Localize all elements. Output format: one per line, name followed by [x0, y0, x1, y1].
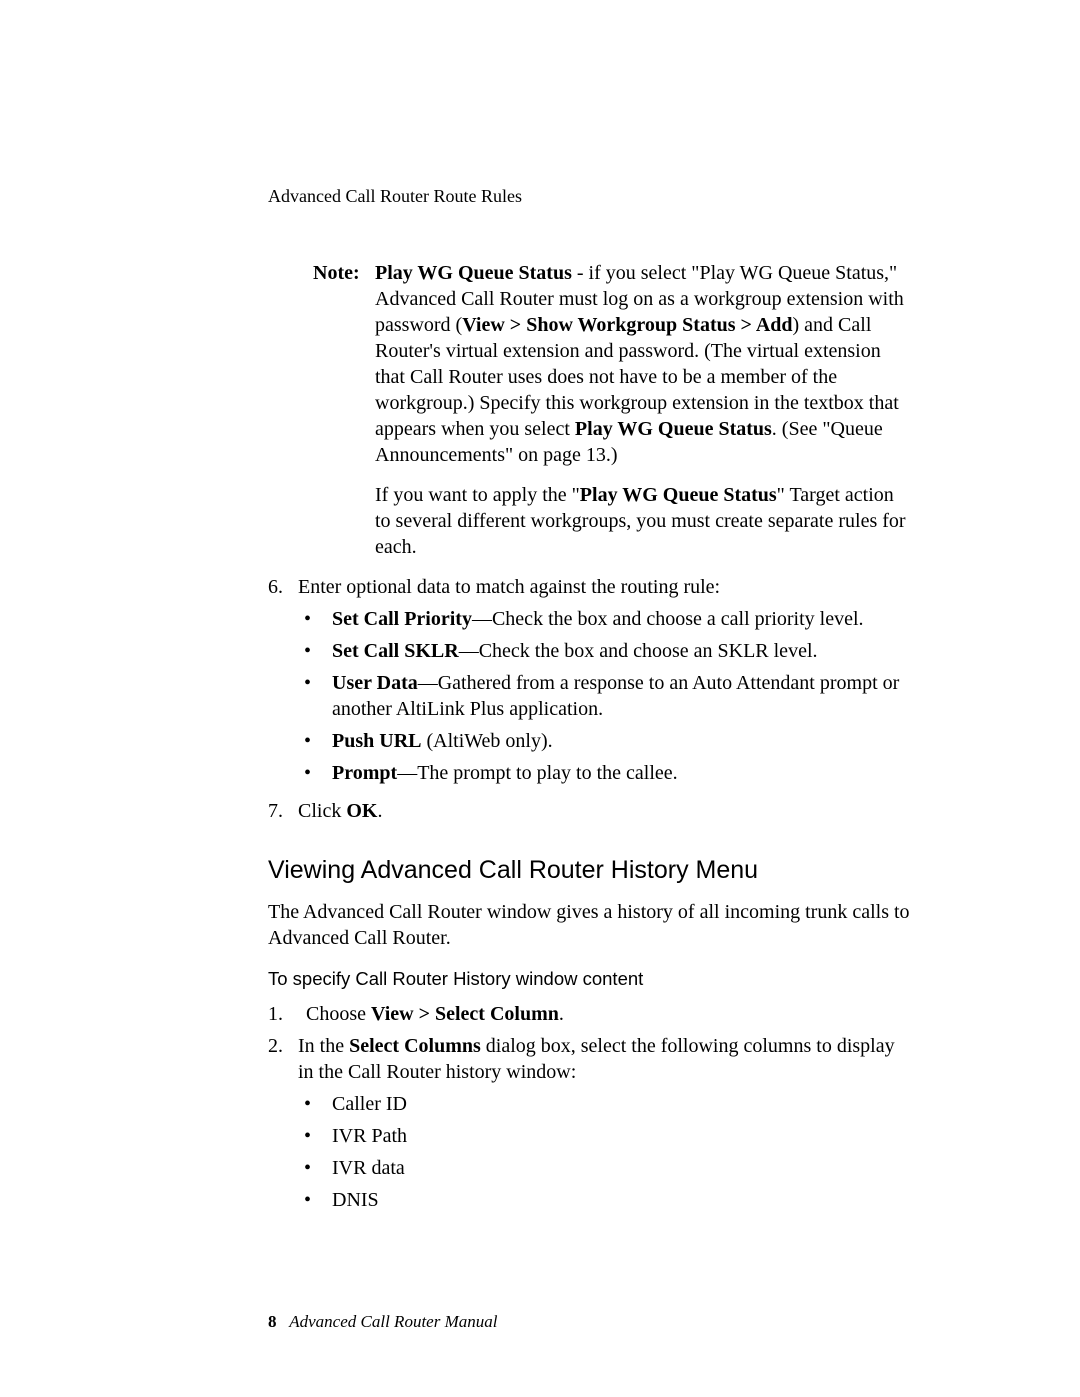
step-6: 6. Enter optional data to match against …	[268, 574, 910, 792]
step-b2-bullets: •Caller ID •IVR Path •IVR data •DNIS	[298, 1091, 910, 1213]
running-header: Advanced Call Router Route Rules	[268, 185, 910, 208]
bullet-text: IVR data	[332, 1155, 910, 1181]
note-bold-3: Play WG Queue Status	[575, 418, 772, 440]
step-7: 7. Click OK.	[268, 798, 910, 824]
note-extra-bold-1: Play WG Queue Status	[580, 484, 777, 506]
page-number: 8	[268, 1312, 277, 1331]
bullet-bold: User Data	[332, 672, 418, 694]
bullet-bold: Push URL	[332, 730, 421, 752]
list-item: •User Data—Gathered from a response to a…	[298, 670, 910, 722]
steps-list-b: 1. Choose View > Select Column. 2. In th…	[268, 1001, 910, 1219]
step-b2: 2. In the Select Columns dialog box, sel…	[268, 1033, 910, 1219]
step-6-text: Enter optional data to match against the…	[298, 576, 720, 598]
note-body: Play WG Queue Status - if you select "Pl…	[375, 260, 910, 468]
step-7-text-1: Click	[298, 800, 346, 822]
list-item: •DNIS	[298, 1187, 910, 1213]
bullet-bold: Prompt	[332, 762, 397, 784]
step-b1: 1. Choose View > Select Column.	[268, 1001, 910, 1027]
list-item: •Set Call SKLR—Check the box and choose …	[298, 638, 910, 664]
note-bold-2: View > Show Workgroup Status > Add	[462, 314, 792, 336]
bullet-text: IVR Path	[332, 1123, 910, 1149]
step-6-number: 6.	[268, 574, 298, 792]
bullet-icon: •	[298, 1187, 332, 1213]
note-block: Note: Play WG Queue Status - if you sele…	[313, 260, 910, 468]
bullet-icon: •	[298, 1123, 332, 1149]
list-item: •Prompt—The prompt to play to the callee…	[298, 760, 910, 786]
list-item: •Set Call Priority—Check the box and cho…	[298, 606, 910, 632]
sub-heading: To specify Call Router History window co…	[268, 967, 910, 991]
step-7-bold: OK	[346, 800, 377, 822]
bullet-icon: •	[298, 1155, 332, 1181]
bullet-text: —Check the box and choose an SKLR level.	[459, 640, 818, 662]
bullet-icon: •	[298, 728, 332, 754]
bullet-bold: Set Call SKLR	[332, 640, 459, 662]
bullet-icon: •	[298, 606, 332, 632]
bullet-text: —The prompt to play to the callee.	[397, 762, 677, 784]
section-heading: Viewing Advanced Call Router History Men…	[268, 854, 910, 887]
step-7-number: 7.	[268, 798, 298, 824]
bullet-text: —Gathered from a response to an Auto Att…	[332, 672, 899, 720]
section-paragraph: The Advanced Call Router window gives a …	[268, 899, 910, 951]
bullet-icon: •	[298, 760, 332, 786]
step-b1-number: 1.	[268, 1001, 298, 1027]
list-item: •IVR data	[298, 1155, 910, 1181]
bullet-text: —Check the box and choose a call priorit…	[472, 608, 864, 630]
step-b1-text-2: .	[559, 1003, 564, 1025]
step-b1-text-1: Choose	[306, 1003, 371, 1025]
bullet-icon: •	[298, 638, 332, 664]
list-item: •Push URL (AltiWeb only).	[298, 728, 910, 754]
footer-title: Advanced Call Router Manual	[289, 1312, 497, 1331]
bullet-icon: •	[298, 1091, 332, 1117]
step-6-bullets: •Set Call Priority—Check the box and cho…	[298, 606, 910, 786]
step-b1-bold: View > Select Column	[371, 1003, 559, 1025]
note-extra-text-1: If you want to apply the "	[375, 484, 580, 506]
bullet-text: (AltiWeb only).	[421, 730, 552, 752]
bullet-text: Caller ID	[332, 1091, 910, 1117]
note-label: Note:	[313, 260, 375, 468]
bullet-text: DNIS	[332, 1187, 910, 1213]
step-b2-number: 2.	[268, 1033, 298, 1219]
step-7-text-2: .	[377, 800, 382, 822]
list-item: •Caller ID	[298, 1091, 910, 1117]
steps-list-a: 6. Enter optional data to match against …	[268, 574, 910, 824]
step-b2-text-1: In the	[298, 1035, 349, 1057]
document-page: Advanced Call Router Route Rules Note: P…	[0, 0, 1080, 1397]
page-footer: 8 Advanced Call Router Manual	[268, 1311, 497, 1333]
note-extra: If you want to apply the "Play WG Queue …	[375, 482, 910, 560]
note-bold-1: Play WG Queue Status	[375, 262, 572, 284]
bullet-icon: •	[298, 670, 332, 722]
step-b2-bold: Select Columns	[349, 1035, 481, 1057]
list-item: •IVR Path	[298, 1123, 910, 1149]
bullet-bold: Set Call Priority	[332, 608, 472, 630]
